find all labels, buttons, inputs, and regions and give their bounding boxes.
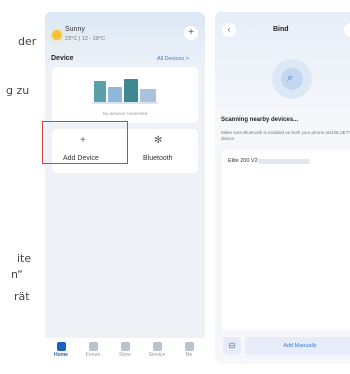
tab-store[interactable]: Store	[111, 338, 139, 358]
tab-label: Store	[119, 352, 131, 358]
home-icon	[56, 342, 66, 351]
tab-home[interactable]: Home	[47, 338, 75, 358]
bind-screen: ‹ Bind ⌕ Scanning nearby devices... Make…	[215, 12, 350, 364]
device-illustration	[92, 79, 158, 104]
service-icon	[152, 342, 162, 351]
doc-text-fragment: n“	[11, 268, 23, 281]
home-screen: Sunny 23°C | 12 - 28°C + Device All Devi…	[45, 12, 205, 364]
sun-icon	[52, 30, 62, 40]
weather-label: Sunny	[65, 26, 85, 33]
tab-forum[interactable]: Forum	[79, 338, 107, 358]
qr-scan-button[interactable]: ⊟	[223, 337, 241, 355]
found-device-item[interactable]: Elite 200 V2	[228, 158, 258, 164]
tab-label: Me	[185, 352, 193, 358]
doc-text-fragment: der	[18, 35, 37, 48]
weather-header	[45, 12, 205, 72]
device-serial-redacted	[258, 159, 310, 164]
device-section-title: Device	[51, 55, 74, 62]
add-device-button[interactable]	[42, 121, 128, 164]
tab-label: Home	[54, 352, 68, 358]
doc-text-fragment: ite	[17, 252, 32, 265]
store-icon	[120, 342, 130, 351]
bottom-tab-bar: Home Forum Store Service Me	[45, 338, 205, 364]
found-devices-list: Elite 200 V2	[222, 150, 350, 332]
forum-icon	[88, 342, 98, 351]
doc-text-fragment: g zu	[6, 84, 30, 97]
doc-text-fragment: rät	[14, 290, 30, 303]
tab-label: Service	[148, 352, 166, 358]
tab-label: Forum	[85, 352, 101, 358]
all-devices-link[interactable]: All Devices >	[157, 56, 189, 62]
bluetooth-icon: ✻	[154, 135, 163, 146]
scanning-description: Make sure Bluetooth is enabled on both y…	[221, 130, 350, 141]
tab-service[interactable]: Service	[143, 338, 171, 358]
bind-bottom-bar: ⊟ Add Manually	[215, 330, 350, 364]
device-card: No devices connected	[52, 67, 198, 123]
add-manually-button[interactable]: Add Manually	[245, 337, 350, 355]
no-devices-text: No devices connected	[102, 111, 148, 116]
me-icon	[184, 342, 194, 351]
page-title: Bind	[273, 26, 289, 33]
temperature-range: 23°C | 12 - 28°C	[65, 36, 106, 42]
scanning-title: Scanning nearby devices...	[221, 117, 299, 123]
back-icon[interactable]: ‹	[222, 23, 236, 37]
search-icon: ⌕	[287, 72, 294, 84]
tab-me[interactable]: Me	[175, 338, 203, 358]
bluetooth-label: Bluetooth	[143, 155, 173, 162]
add-icon[interactable]: +	[184, 26, 198, 40]
